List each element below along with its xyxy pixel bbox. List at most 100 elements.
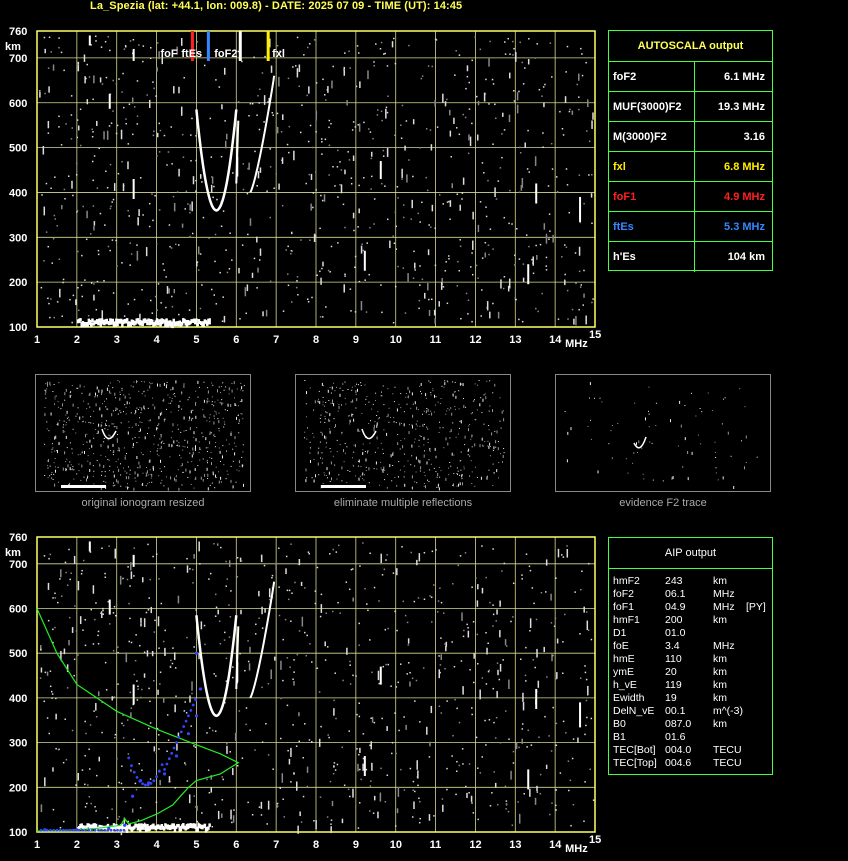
thumb-noise-dot	[392, 465, 394, 466]
thumb-noise-dot	[331, 386, 333, 390]
noise-dot	[54, 597, 57, 599]
thumb-noise-dot	[136, 442, 138, 444]
noise-dot	[521, 320, 524, 323]
noise-dot	[82, 559, 85, 562]
noise-dot	[93, 75, 95, 84]
noise-dot	[522, 277, 525, 282]
noise-dot	[184, 701, 186, 703]
noise-dot	[295, 745, 298, 747]
noise-dot	[183, 77, 185, 79]
thumb-noise-dot	[136, 407, 138, 409]
thumb-noise-dot	[149, 469, 151, 471]
noise-dot	[253, 257, 256, 260]
noise-dot	[208, 727, 211, 729]
noise-dot	[583, 293, 585, 298]
thumb-noise-dot	[70, 391, 72, 393]
noise-dot	[395, 752, 397, 755]
noise-dot	[103, 280, 105, 282]
thumb-noise-dot	[382, 453, 384, 454]
noise-dot	[459, 239, 461, 241]
noise-dot	[44, 48, 46, 54]
noise-dot	[495, 198, 498, 200]
thumb-noise-dot	[144, 408, 146, 410]
thumb-noise-dot	[424, 423, 425, 425]
noise-dot	[315, 110, 318, 121]
thumb-noise-dot	[390, 454, 392, 458]
noise-dot	[92, 585, 95, 594]
noise-dot	[88, 796, 91, 798]
noise-dot	[286, 143, 289, 146]
noise-dot	[221, 798, 224, 801]
noise-dot	[333, 762, 336, 764]
echo-streak	[527, 264, 530, 285]
noise-dot	[439, 664, 442, 666]
noise-dot	[492, 548, 494, 550]
thumb-noise-dot	[188, 420, 190, 422]
thumb-noise-dot	[338, 474, 340, 476]
noise-dot	[71, 729, 74, 732]
noise-dot	[556, 191, 559, 193]
noise-dot	[552, 234, 554, 243]
noise-dot	[555, 176, 558, 178]
thumb-noise-dot	[44, 407, 46, 408]
synthesized-trace-dot	[163, 768, 166, 771]
thumb-noise-dot	[699, 408, 701, 409]
thumb-noise-dot	[238, 470, 240, 472]
thumb-noise-dot	[101, 414, 103, 418]
noise-dot	[578, 73, 580, 81]
noise-dot	[531, 258, 533, 261]
thumb-noise-dot	[157, 448, 159, 450]
noise-dot	[279, 787, 282, 789]
thumb-noise-dot	[58, 442, 60, 446]
noise-dot	[232, 666, 234, 668]
thumb-noise-dot	[420, 436, 422, 437]
noise-dot	[535, 307, 537, 310]
noise-dot	[104, 572, 106, 575]
noise-dot	[550, 622, 553, 624]
noise-dot	[213, 185, 215, 188]
synthesized-trace-dot	[198, 687, 203, 691]
noise-dot	[370, 151, 373, 157]
noise-dot	[225, 585, 227, 587]
noise-dot	[406, 174, 408, 183]
noise-dot	[117, 172, 120, 175]
thumb-noise-dot	[89, 439, 91, 443]
noise-dot	[477, 767, 479, 769]
noise-dot	[358, 802, 361, 804]
thumb-noise-dot	[112, 485, 114, 487]
noise-dot	[488, 103, 490, 105]
thumb-noise-dot	[160, 442, 162, 444]
noise-dot	[585, 678, 588, 681]
noise-dot	[292, 66, 294, 68]
noise-dot	[579, 286, 582, 288]
noise-dot	[113, 605, 116, 608]
thumb-noise-dot	[446, 410, 448, 412]
noise-dot	[191, 692, 193, 695]
synthesized-trace-dot	[74, 828, 78, 832]
noise-dot	[148, 597, 150, 599]
thumb-noise-dot	[118, 448, 120, 451]
noise-dot	[278, 183, 280, 190]
thumb-noise-dot	[497, 441, 499, 443]
noise-dot	[158, 209, 161, 211]
noise-dot	[377, 109, 379, 111]
noise-dot	[481, 289, 483, 291]
noise-dot	[320, 593, 323, 596]
thumb-noise-dot	[344, 443, 346, 444]
thumb-noise-dot	[454, 406, 456, 408]
noise-dot	[375, 43, 377, 45]
thumb-noise-dot	[108, 425, 110, 427]
noise-dot	[271, 111, 274, 114]
marker-line	[206, 31, 210, 61]
thumb-noise-dot	[651, 442, 653, 444]
noise-dot	[171, 163, 173, 165]
thumb-noise-dot	[182, 445, 184, 447]
noise-dot	[384, 628, 387, 631]
thumb-noise-dot	[93, 410, 95, 412]
thumb-noise-dot	[428, 414, 430, 415]
noise-dot	[578, 108, 580, 111]
noise-dot	[366, 603, 368, 605]
noise-dot	[417, 212, 419, 215]
noise-dot	[488, 718, 491, 721]
noise-dot	[475, 264, 478, 267]
